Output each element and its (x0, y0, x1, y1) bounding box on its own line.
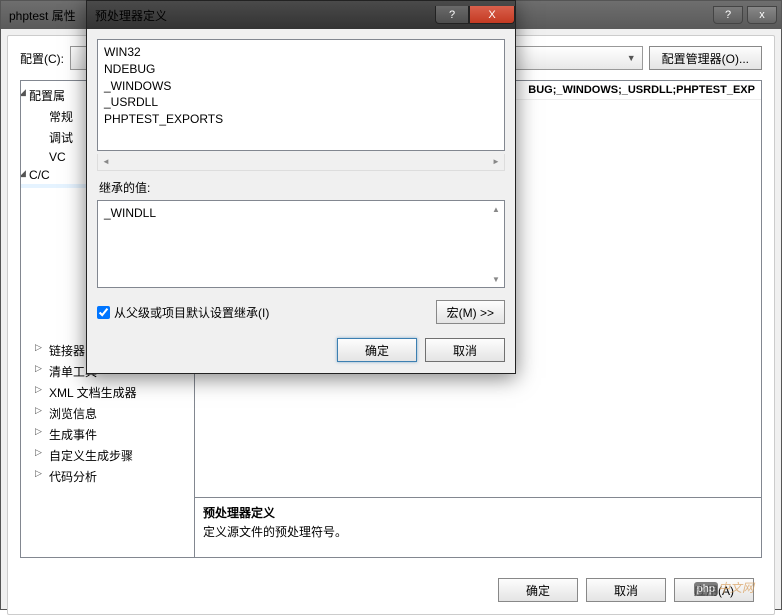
scroll-right-icon: ► (489, 155, 503, 168)
inherited-value-text: _WINDLL (104, 206, 156, 220)
expand-icon: ▷ (35, 384, 42, 395)
tree-item-xmldoc[interactable]: ▷ XML 文档生成器 (21, 382, 194, 403)
macro-button[interactable]: 宏(M) >> (436, 300, 505, 324)
cancel-button[interactable]: 取消 (586, 578, 666, 602)
tree-item-label: 自定义生成步骤 (49, 449, 133, 463)
tree-item-label: 常规 (49, 110, 73, 124)
close-button[interactable]: x (747, 6, 777, 24)
expand-icon: ▷ (35, 363, 42, 374)
preprocessor-dialog: 预处理器定义 ? X ◄► 继承的值: _WINDLL ▲ ▼ 从父级或项目默认… (86, 0, 516, 374)
tree-item-label: 生成事件 (49, 428, 97, 442)
expand-icon: ▷ (35, 342, 42, 353)
help-button[interactable]: ? (713, 6, 743, 24)
cancel-button[interactable]: 取消 (425, 338, 505, 362)
tree-item-label: VC (49, 150, 66, 164)
inherit-option-row: 从父级或项目默认设置继承(I) 宏(M) >> (97, 300, 505, 324)
inherited-label: 继承的值: (99, 179, 505, 196)
close-button[interactable]: X (469, 6, 515, 24)
horizontal-scrollbar[interactable]: ◄► (97, 154, 505, 171)
tree-item-browse[interactable]: ▷ 浏览信息 (21, 403, 194, 424)
config-label: 配置(C): (20, 50, 64, 67)
tree-item-label: 链接器 (49, 344, 85, 358)
tree-item-label: XML 文档生成器 (49, 386, 137, 400)
inherit-checkbox-label[interactable]: 从父级或项目默认设置继承(I) (97, 304, 269, 321)
properties-title: phptest 属性 (9, 7, 76, 24)
inherited-values: _WINDLL (97, 200, 505, 288)
help-button[interactable]: ? (435, 6, 469, 24)
scroll-down-icon: ▼ (489, 272, 503, 286)
tree-item-label: 浏览信息 (49, 407, 97, 421)
definitions-textarea[interactable] (97, 39, 505, 151)
tree-root-label: 配置属 (29, 89, 65, 103)
tree-item-label: 代码分析 (49, 470, 97, 484)
preprocessor-title: 预处理器定义 (95, 7, 167, 24)
inherited-wrap: _WINDLL ▲ ▼ (97, 200, 505, 288)
tree-item-custombuild[interactable]: ▷ 自定义生成步骤 (21, 445, 194, 466)
scroll-up-icon: ▲ (489, 202, 503, 216)
preprocessor-window-controls: ? X (435, 6, 515, 24)
expand-icon: ▷ (35, 447, 42, 458)
tree-item-codeanalysis[interactable]: ▷ 代码分析 (21, 466, 194, 487)
tree-item-label: C/C (29, 168, 50, 182)
ok-button[interactable]: 确定 (337, 338, 417, 362)
ok-button[interactable]: 确定 (498, 578, 578, 602)
description-body: 定义源文件的预处理符号。 (203, 523, 753, 540)
scroll-left-icon: ◄ (99, 155, 113, 168)
apply-button[interactable]: 应用(A) (674, 578, 754, 602)
inherit-checkbox[interactable] (97, 306, 110, 319)
description-panel: 预处理器定义 定义源文件的预处理符号。 (195, 497, 761, 557)
config-manager-button[interactable]: 配置管理器(O)... (649, 46, 762, 70)
expand-icon: ▷ (35, 468, 42, 479)
properties-button-row: 确定 取消 应用(A) (498, 578, 754, 602)
collapse-icon: ◢ (20, 168, 26, 179)
tree-item-label: 调试 (49, 131, 73, 145)
preprocessor-titlebar: 预处理器定义 ? X (87, 1, 515, 29)
properties-window-controls: ? x (713, 6, 781, 24)
definitions-wrap: ◄► (97, 39, 505, 171)
collapse-icon: ◢ (20, 87, 26, 98)
description-title: 预处理器定义 (203, 504, 753, 521)
inherit-checkbox-text: 从父级或项目默认设置继承(I) (114, 304, 269, 321)
tree-item-buildevents[interactable]: ▷ 生成事件 (21, 424, 194, 445)
preprocessor-button-row: 确定 取消 (97, 338, 505, 362)
expand-icon: ▷ (35, 405, 42, 416)
expand-icon: ▷ (35, 426, 42, 437)
preprocessor-body: ◄► 继承的值: _WINDLL ▲ ▼ 从父级或项目默认设置继承(I) 宏(M… (87, 29, 515, 373)
